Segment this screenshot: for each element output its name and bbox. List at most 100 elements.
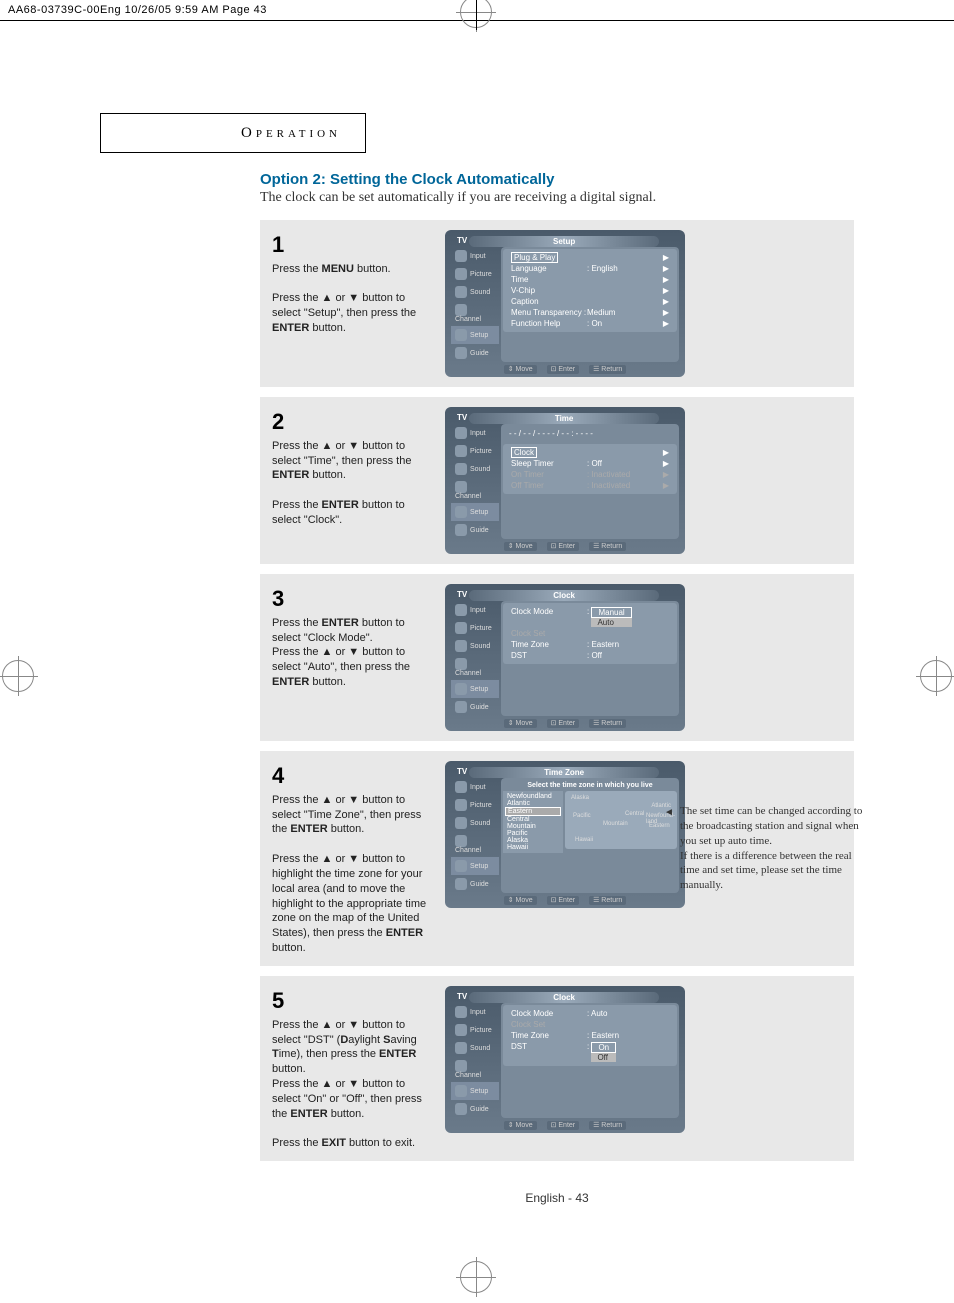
tv-row: Clock Mode : ManualAuto (505, 606, 675, 628)
tv-sidebar: InputPictureSoundChannelSetupGuide (451, 778, 499, 893)
step-2: 2 Press the ▲ or ▼ button to select "Tim… (260, 397, 854, 564)
tv-screen-1: TV Setup InputPictureSoundChannelSetupGu… (445, 230, 685, 377)
chevron-right-icon (659, 1020, 669, 1029)
move-hint: ⇕ Move (504, 542, 537, 551)
tv-row: Clock Mode : Auto (505, 1008, 675, 1019)
tv-panel-body: Clock Mode : Auto Clock Set Time Zone : … (501, 1003, 679, 1118)
tv-sidebar: InputPictureSoundChannelSetupGuide (451, 601, 499, 716)
step-instructions: 3 Press the ENTER button to select "Cloc… (272, 584, 427, 690)
tv-footer: ⇕ Move ⊡ Enter ☰ Return (451, 362, 679, 373)
return-hint: ☰ Return (589, 896, 626, 905)
tv-footer: ⇕ Move ⊡ Enter ☰ Return (451, 1118, 679, 1129)
tv-row-value (587, 448, 659, 457)
tz-option: Eastern (505, 807, 561, 816)
crop-mark-bottom (460, 1261, 492, 1293)
step-body: Press the MENU button.Press the ▲ or ▼ b… (272, 262, 427, 336)
tv-row-label: Sleep Timer (511, 459, 587, 468)
tv-row: DST : OnOff (505, 1041, 675, 1063)
step-number: 1 (272, 230, 427, 260)
tv-row-label: Clock Set (511, 629, 587, 638)
tv-menu-sound: Sound (451, 460, 499, 478)
tv-menu-picture: Picture (451, 1021, 499, 1039)
tv-panel-body: - - / - - / - - - - / - - : - - - - Cloc… (501, 424, 679, 539)
tv-row: On Timer : Inactivated ▶ (505, 469, 675, 480)
tv-label: TV (457, 767, 467, 778)
tv-menu-channel: Channel (451, 301, 499, 326)
tv-row: DST : Off (505, 650, 675, 661)
chevron-right-icon (659, 1031, 669, 1040)
tv-menu-guide: Guide (451, 1100, 499, 1118)
chevron-right-icon (659, 1042, 669, 1062)
tv-row-value (587, 253, 659, 262)
clock-placeholder: - - / - - / - - - - / - - : - - - - (503, 426, 677, 444)
tv-row: Plug & Play ▶ (505, 252, 675, 263)
tv-panel-body: Plug & Play ▶ Language : English ▶ Time … (501, 247, 679, 362)
tv-row-value: : English (587, 264, 659, 273)
tv-row: Clock Set (505, 1019, 675, 1030)
return-hint: ☰ Return (589, 1121, 626, 1130)
chevron-right-icon (659, 651, 669, 660)
tv-menu-sound: Sound (451, 814, 499, 832)
tv-menu-setup: Setup (451, 680, 499, 698)
move-hint: ⇕ Move (504, 365, 537, 374)
section-label: Operation (241, 125, 341, 141)
tz-option: Pacific (505, 830, 561, 837)
tv-menu-guide: Guide (451, 521, 499, 539)
tv-row-label: DST (511, 651, 587, 660)
chevron-right-icon: ▶ (659, 319, 669, 328)
tv-menu-channel: Channel (451, 655, 499, 680)
enter-hint: ⊡ Enter (547, 719, 580, 728)
tv-screen-4: TV Time Zone InputPictureSoundChannelSet… (445, 761, 685, 908)
tv-row-value: : Eastern (587, 640, 659, 649)
tv-menu-setup: Setup (451, 857, 499, 875)
tv-row-label: Time Zone (511, 640, 587, 649)
tv-menu-picture: Picture (451, 619, 499, 637)
tz-prompt: Select the time zone in which you live (503, 780, 677, 791)
tv-footer: ⇕ Move ⊡ Enter ☰ Return (451, 539, 679, 550)
chevron-right-icon (659, 1009, 669, 1018)
tv-menu-guide: Guide (451, 875, 499, 893)
tv-row-value: : ManualAuto (587, 607, 659, 627)
tv-row: Time ▶ (505, 274, 675, 285)
tv-menu-picture: Picture (451, 265, 499, 283)
tv-screen-2: TV Time InputPictureSoundChannelSetupGui… (445, 407, 685, 554)
tv-row-label: Clock Set (511, 1020, 587, 1029)
tv-panel-title: Clock (469, 590, 659, 601)
chevron-right-icon: ▶ (659, 448, 669, 457)
tz-option: Atlantic (505, 800, 561, 807)
tv-row-value (587, 297, 659, 306)
tv-row-label: Clock Mode (511, 607, 587, 627)
tv-row-value: : OnOff (587, 1042, 659, 1062)
chevron-right-icon (659, 640, 669, 649)
tz-option: Newfoundland (505, 793, 561, 800)
tv-row: Clock Set (505, 628, 675, 639)
step-number: 5 (272, 986, 427, 1016)
tv-panel-body: Clock Mode : ManualAuto Clock Set Time Z… (501, 601, 679, 716)
tv-row: Clock ▶ (505, 447, 675, 458)
page-number: English - 43 (260, 1191, 854, 1205)
step-body: Press the ▲ or ▼ button to select "DST" … (272, 1018, 427, 1152)
step-number: 2 (272, 407, 427, 437)
tv-row-value (587, 1020, 659, 1029)
tv-panel-title: Time Zone (469, 767, 659, 778)
tv-row-label: Language (511, 264, 587, 273)
chevron-right-icon: ▶ (659, 253, 669, 262)
tv-row-label: Clock Mode (511, 1009, 587, 1018)
tv-sidebar: InputPictureSoundChannelSetupGuide (451, 1003, 499, 1118)
step-number: 4 (272, 761, 427, 791)
us-map: Alaska Pacific Mountain Central Eastern … (565, 791, 677, 849)
tv-row-label: DST (511, 1042, 587, 1062)
step-3: 3 Press the ENTER button to select "Cloc… (260, 574, 854, 741)
tv-row-value (587, 286, 659, 295)
page-content: Operation Option 2: Setting the Clock Au… (0, 21, 954, 1245)
tv-menu-guide: Guide (451, 698, 499, 716)
tv-row-value: : Inactivated (587, 470, 659, 479)
tv-panel-title: Setup (469, 236, 659, 247)
tv-menu-setup: Setup (451, 1082, 499, 1100)
enter-hint: ⊡ Enter (547, 365, 580, 374)
tv-row: Function Help : On ▶ (505, 318, 675, 329)
tv-screen-5: TV Clock InputPictureSoundChannelSetupGu… (445, 986, 685, 1133)
chevron-right-icon: ▶ (659, 275, 669, 284)
step-1: 1 Press the MENU button.Press the ▲ or ▼… (260, 220, 854, 387)
tv-row-value: Medium (587, 308, 659, 317)
